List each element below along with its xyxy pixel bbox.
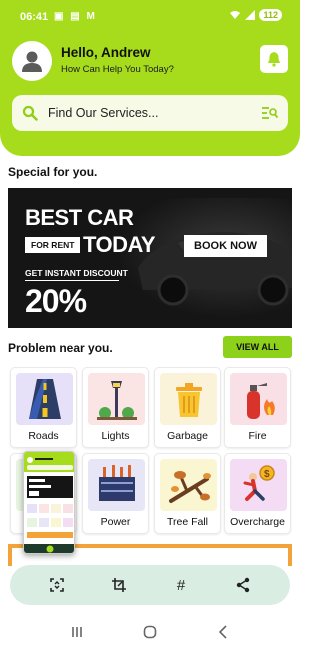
banner-tag: FOR RENT [25,237,81,253]
notifications-button[interactable] [260,45,288,73]
system-navigation-bar [0,614,300,650]
crop-icon [112,578,126,592]
header: 06:41 ▣ ▤ M 112 Hello, Andrew How Can He… [0,0,300,156]
home-icon [143,625,157,639]
view-all-button[interactable]: VIEW ALL [223,336,292,358]
category-fire[interactable]: Fire [224,367,291,448]
category-power[interactable]: Power [82,453,149,534]
category-label: Garbage [167,430,208,442]
back-button[interactable] [208,620,238,644]
edit-crop-button[interactable] [104,570,134,600]
overcharge-icon: $ [230,459,287,511]
fire-extinguisher-icon [230,373,287,425]
battery-badge: 112 [259,9,282,21]
filter-search-icon[interactable] [262,106,278,120]
greeting-subtitle: How Can Help You Today? [61,64,174,75]
recents-icon [71,627,82,637]
car-image [118,198,292,318]
category-label: Fire [248,430,267,442]
back-icon [219,625,227,639]
recents-button[interactable] [62,620,92,644]
status-bar: 06:41 ▣ ▤ M 112 [0,0,300,34]
banner-headline-2: TODAY [83,232,156,257]
share-icon [236,577,250,593]
search-input[interactable]: Find Our Services... [48,106,262,120]
avatar[interactable] [12,41,52,81]
signal-icon [245,10,256,20]
special-section-title: Special for you. [8,165,98,179]
status-time: 06:41 [20,11,49,23]
hashtag-button[interactable]: # [166,570,196,600]
promo-banner[interactable]: BEST CAR FOR RENT TODAY BOOK NOW GET INS… [8,188,292,328]
discount-label: GET INSTANT DISCOUNT [25,268,128,278]
category-overcharge[interactable]: $ Overcharge [224,453,291,534]
user-icon [22,51,42,72]
svg-text:$: $ [264,469,270,480]
category-label: Lights [101,430,130,442]
status-right: 112 [229,9,282,21]
category-label: Overcharge [230,516,285,528]
screenshot-toolbar: # [10,565,290,605]
home-button[interactable] [135,620,165,644]
share-button[interactable] [228,570,258,600]
greeting-title: Hello, Andrew [61,45,151,60]
category-garbage[interactable]: Garbage [154,367,221,448]
scroll-capture-button[interactable] [42,570,72,600]
category-label: Tree Fall [166,516,209,528]
scroll-capture-icon [50,578,64,592]
banner-headline: BEST CAR [25,205,134,230]
notification-icons: ▣ ▤ M [54,11,97,22]
street-light-icon [88,373,145,425]
problems-section-title: Problem near you. [8,341,113,355]
road-icon [16,373,73,425]
category-label: Power [100,516,131,528]
tree-fall-icon [160,459,217,511]
discount-value: 20% [25,283,87,319]
divider [25,280,119,281]
power-tower-icon [88,459,145,511]
category-lights[interactable]: Lights [82,367,149,448]
category-label: Roads [28,430,59,442]
book-now-button[interactable]: BOOK NOW [184,235,267,257]
wifi-icon [230,11,241,19]
category-tree-fall[interactable]: Tree Fall [154,453,221,534]
bell-icon [268,52,280,67]
search-bar[interactable]: Find Our Services... [12,95,288,131]
search-icon [22,105,38,121]
screenshot-preview-thumbnail[interactable] [23,451,75,554]
category-roads[interactable]: Roads [10,367,77,448]
garbage-bin-icon [160,373,217,425]
